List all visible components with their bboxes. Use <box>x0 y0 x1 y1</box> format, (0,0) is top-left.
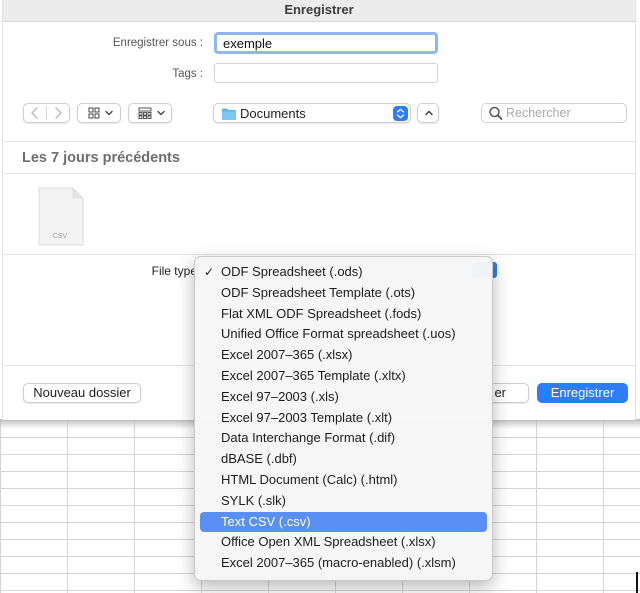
menu-item[interactable]: Excel 97–2003 Template (.xlt) <box>200 408 487 429</box>
view-mode-button[interactable] <box>77 103 121 123</box>
tags-label: Tags : <box>172 68 203 80</box>
menu-item-label: Excel 2007–365 (macro-enabled) (.xlsm) <box>221 555 456 571</box>
menu-item-label: SYLK (.slk) <box>221 492 287 508</box>
location-popup[interactable]: Documents <box>213 103 411 123</box>
dialog-title: Enregistrer <box>3 0 635 22</box>
new-folder-button[interactable]: Nouveau dossier <box>23 383 141 403</box>
stepper-arrows-icon <box>396 108 405 119</box>
menu-item[interactable]: Unified Office Format spreadsheet (.uos) <box>200 324 487 345</box>
save-as-label: Enregistrer sous : <box>112 37 203 49</box>
menu-item-label: ODF Spreadsheet (.ods) <box>221 264 363 279</box>
menu-item-label: HTML Document (Calc) (.html) <box>221 471 398 487</box>
menu-item[interactable]: Text CSV (.csv) <box>200 511 487 533</box>
file-type-label: File type <box>151 264 197 278</box>
forward-button[interactable] <box>47 104 69 122</box>
file-type-badge: CSV <box>52 233 68 240</box>
search-field[interactable] <box>481 103 627 123</box>
collapse-button[interactable] <box>417 103 439 123</box>
navigation-buttons <box>23 103 70 123</box>
menu-item-label: Flat XML ODF Spreadsheet (.fods) <box>221 305 422 321</box>
save-button[interactable]: Enregistrer <box>537 383 628 403</box>
menu-item[interactable]: Excel 2007–365 (.xlsx) <box>200 345 487 366</box>
tags-input[interactable] <box>214 63 438 83</box>
menu-item-label: Text CSV (.csv) <box>221 513 311 529</box>
section-separator <box>3 173 635 174</box>
group-by-button[interactable] <box>128 103 172 123</box>
menu-item-label: dBASE (.dbf) <box>221 451 297 467</box>
chevron-left-icon <box>31 107 38 119</box>
location-stepper <box>393 106 408 121</box>
chevron-up-icon <box>425 110 433 116</box>
menu-item[interactable]: HTML Document (Calc) (.html) <box>200 470 487 491</box>
file-type-menu: ✓ ODF Spreadsheet (.ods) ODF Spreadsheet T… <box>194 256 493 581</box>
menu-item-label: Office Open XML Spreadsheet (.xlsx) <box>221 534 436 550</box>
save-as-input[interactable] <box>214 32 438 54</box>
menu-item[interactable]: dBASE (.dbf) <box>200 449 487 470</box>
section-header: Les 7 jours précédents <box>22 150 180 166</box>
menu-item[interactable]: Data Interchange Format (.dif) <box>200 428 487 449</box>
menu-item[interactable]: Excel 2007–365 (macro-enabled) (.xlsm) <box>200 553 487 574</box>
menu-item[interactable]: ODF Spreadsheet Template (.ots) <box>200 283 487 304</box>
menu-item[interactable]: ✓ ODF Spreadsheet (.ods) <box>200 262 487 283</box>
checkmark-icon: ✓ <box>204 265 215 279</box>
menu-item[interactable]: SYLK (.slk) <box>200 491 487 512</box>
menu-item[interactable]: Excel 97–2003 (.xls) <box>200 387 487 408</box>
chevron-down-icon <box>157 110 165 116</box>
group-grid-icon <box>138 107 165 119</box>
chevron-down-icon <box>105 110 113 116</box>
menu-item-label: Data Interchange Format (.dif) <box>221 430 396 446</box>
menu-item[interactable]: Flat XML ODF Spreadsheet (.fods) <box>200 304 487 325</box>
menu-item-label: Excel 2007–365 Template (.xltx) <box>221 367 406 383</box>
location-label: Documents <box>240 106 306 121</box>
text-cursor <box>636 572 638 593</box>
browser-separator <box>3 254 635 255</box>
file-item[interactable]: CSV <box>37 187 85 247</box>
menu-item[interactable]: Excel 2007–365 Template (.xltx) <box>200 366 487 387</box>
toolbar-separator <box>3 141 635 142</box>
menu-item-label: Unified Office Format spreadsheet (.uos) <box>221 326 456 342</box>
search-input[interactable] <box>506 105 624 121</box>
menu-item-label: ODF Spreadsheet Template (.ots) <box>221 284 416 300</box>
folder-icon <box>222 108 236 120</box>
menu-item-label: Excel 2007–365 (.xlsx) <box>221 347 353 363</box>
back-button[interactable] <box>24 104 46 122</box>
magnifier-icon <box>489 106 503 120</box>
menu-item[interactable]: Office Open XML Spreadsheet (.xlsx) <box>200 532 487 553</box>
menu-item-label: Excel 97–2003 (.xls) <box>221 388 339 404</box>
menu-item-label: Excel 97–2003 Template (.xlt) <box>221 409 393 425</box>
icon-grid-icon <box>88 107 113 119</box>
chevron-right-icon <box>55 107 62 119</box>
